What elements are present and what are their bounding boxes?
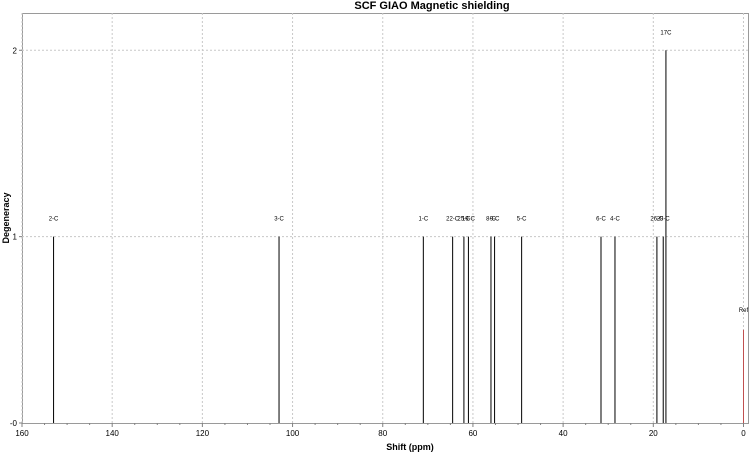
peak-label: 2-C [49, 217, 59, 223]
reference-label: Ref [739, 308, 749, 314]
y-tick-label: -0 [10, 419, 18, 428]
x-tick-label: 80 [378, 429, 387, 438]
x-tick-label: 140 [106, 429, 120, 438]
peak-label: 5-C [517, 217, 527, 223]
y-tick-label: 1 [13, 233, 18, 242]
x-tick-label: 100 [286, 429, 300, 438]
x-tick-label: 160 [15, 429, 29, 438]
nmr-spectrum-chart: SCF GIAO Magnetic shielding 160 140 120 100… [1, 0, 749, 452]
x-tick-label: 120 [196, 429, 210, 438]
peak-label: 6-C [596, 217, 606, 223]
x-tick-label: 40 [559, 429, 568, 438]
peak-label: 17C [660, 30, 672, 36]
peak-label: 29-C [657, 217, 671, 223]
plot-area [22, 13, 749, 424]
peak-label: 9-C [490, 217, 500, 223]
peak-label: 19-C [462, 217, 476, 223]
x-tick-label: 0 [741, 429, 746, 438]
x-tick-label: 60 [468, 429, 477, 438]
y-tick-label: 2 [13, 46, 18, 55]
peak-label: 1-C [418, 217, 428, 223]
peak-label: 3-C [274, 217, 284, 223]
y-axis-label: Degeneracy [1, 192, 11, 243]
chart-title: SCF GIAO Magnetic shielding [354, 0, 509, 12]
x-axis-label: Shift (ppm) [386, 442, 434, 452]
peak-label: 4-C [610, 217, 620, 223]
x-tick-label: 20 [649, 429, 658, 438]
